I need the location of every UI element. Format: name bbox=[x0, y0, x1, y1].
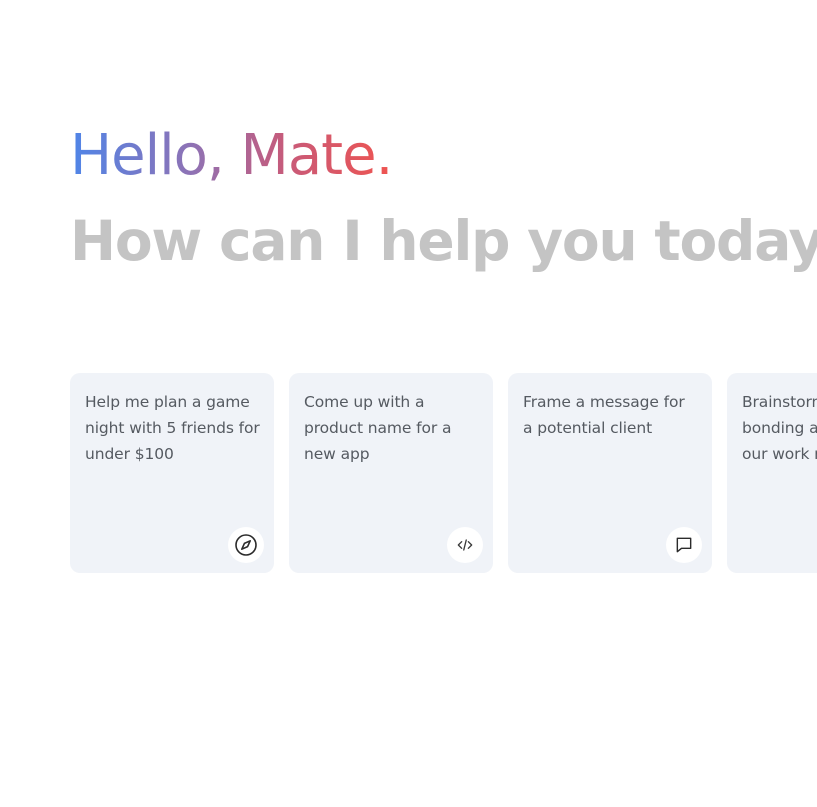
suggestion-card-team-bonding[interactable]: Brainstorm team bonding activities for o… bbox=[727, 373, 817, 573]
suggestion-text: Come up with a product name for a new ap… bbox=[304, 393, 452, 463]
main-page: Hello, Mate. How can I help you today? H… bbox=[0, 0, 817, 807]
greeting-subtitle: How can I help you today? bbox=[70, 209, 817, 273]
suggestion-card-client-message[interactable]: Frame a message for a potential client bbox=[508, 373, 712, 573]
compass-icon bbox=[228, 527, 264, 563]
suggestion-text: Brainstorm team bonding activities for o… bbox=[742, 393, 817, 463]
greeting-title: Hello, Mate. bbox=[70, 120, 393, 192]
suggestion-text: Frame a message for a potential client bbox=[523, 393, 685, 437]
suggestion-list: Help me plan a game night with 5 friends… bbox=[70, 373, 817, 573]
suggestion-card-game-night[interactable]: Help me plan a game night with 5 friends… bbox=[70, 373, 274, 573]
code-icon bbox=[447, 527, 483, 563]
message-icon bbox=[666, 527, 702, 563]
suggestion-card-product-name[interactable]: Come up with a product name for a new ap… bbox=[289, 373, 493, 573]
suggestion-text: Help me plan a game night with 5 friends… bbox=[85, 393, 260, 463]
